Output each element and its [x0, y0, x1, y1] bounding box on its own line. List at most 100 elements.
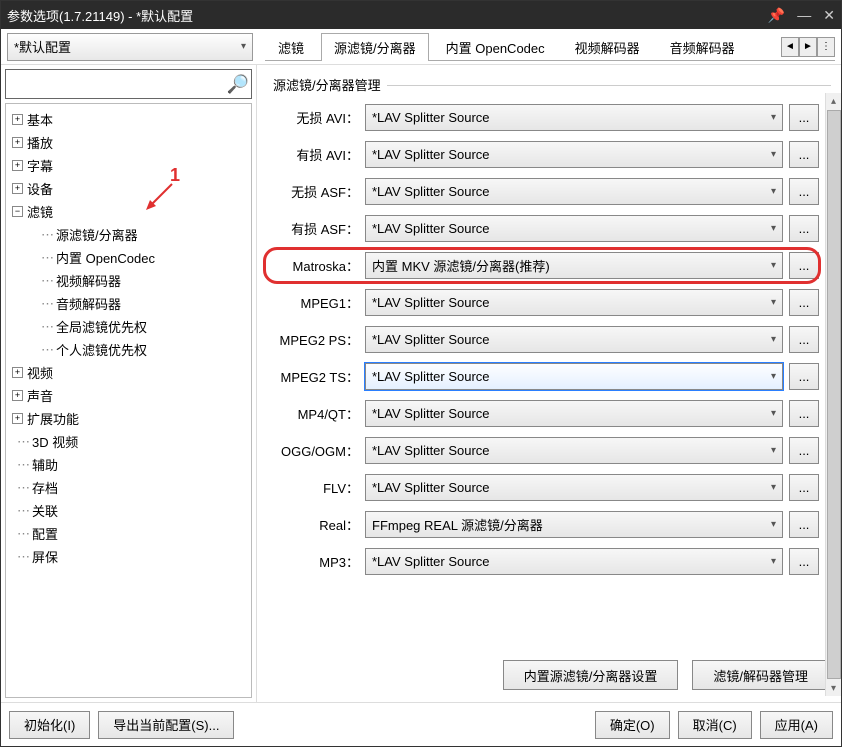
filter-select-7[interactable]: *LAV Splitter Source▾ — [365, 363, 783, 390]
init-button[interactable]: 初始化(I) — [9, 711, 90, 739]
tree-item-9[interactable]: ⋯全局滤镜优先权 — [32, 315, 249, 338]
filter-more-button-2[interactable]: ... — [789, 178, 819, 205]
tree-item-8[interactable]: ⋯音频解码器 — [32, 292, 249, 315]
filter-select-12[interactable]: *LAV Splitter Source▾ — [365, 548, 783, 575]
tree-item-19[interactable]: ⋯屏保 — [8, 545, 249, 568]
chevron-down-icon: ▾ — [771, 519, 776, 530]
filter-row-label: 无损 AVI： — [265, 108, 365, 127]
filter-more-button-1[interactable]: ... — [789, 141, 819, 168]
config-profile-select[interactable]: *默认配置 ▾ — [7, 33, 253, 61]
filter-more-button-12[interactable]: ... — [789, 548, 819, 575]
tab-scroll-menu[interactable]: ⋮ — [817, 37, 835, 57]
tree-item-7[interactable]: ⋯视频解码器 — [32, 269, 249, 292]
filter-more-button-10[interactable]: ... — [789, 474, 819, 501]
tree-item-6[interactable]: ⋯内置 OpenCodec — [32, 246, 249, 269]
tree-item-16[interactable]: ⋯存档 — [8, 476, 249, 499]
tree-item-12[interactable]: + 声音 — [8, 384, 249, 407]
filter-row-9: OGG/OGM：*LAV Splitter Source▾... — [265, 437, 819, 464]
filter-row-6: MPEG2 PS：*LAV Splitter Source▾... — [265, 326, 819, 353]
tree-item-label: 视频 — [27, 363, 53, 382]
pin-icon[interactable]: 📌 — [768, 7, 785, 24]
tree-item-15[interactable]: ⋯辅助 — [8, 453, 249, 476]
minimize-icon[interactable]: — — [797, 7, 811, 24]
search-box[interactable]: 🔍 — [5, 69, 252, 99]
filter-select-10[interactable]: *LAV Splitter Source▾ — [365, 474, 783, 501]
cancel-button[interactable]: 取消(C) — [678, 711, 752, 739]
apply-button[interactable]: 应用(A) — [760, 711, 833, 739]
ok-button[interactable]: 确定(O) — [595, 711, 670, 739]
filter-row-label: Matroska： — [265, 256, 365, 275]
filter-select-2[interactable]: *LAV Splitter Source▾ — [365, 178, 783, 205]
filter-more-button-8[interactable]: ... — [789, 400, 819, 427]
filter-select-value: *LAV Splitter Source — [372, 295, 490, 310]
scroll-up-icon[interactable]: ▴ — [827, 93, 841, 109]
titlebar: 参数选项(1.7.21149) - *默认配置 📌 — ✕ — [1, 1, 841, 29]
panel-sub-button-0[interactable]: 内置源滤镜/分离器设置 — [503, 660, 679, 690]
filter-select-1[interactable]: *LAV Splitter Source▾ — [365, 141, 783, 168]
filter-more-button-4[interactable]: ... — [789, 252, 819, 279]
expand-icon[interactable]: + — [12, 160, 23, 171]
scroll-thumb[interactable] — [827, 110, 841, 679]
filter-select-value: *LAV Splitter Source — [372, 554, 490, 569]
filter-more-button-0[interactable]: ... — [789, 104, 819, 131]
tree-item-10[interactable]: ⋯个人滤镜优先权 — [32, 338, 249, 361]
tree-item-13[interactable]: +扩展功能 — [8, 407, 249, 430]
export-config-button[interactable]: 导出当前配置(S)... — [98, 711, 234, 739]
filter-more-button-6[interactable]: ... — [789, 326, 819, 353]
filter-more-button-11[interactable]: ... — [789, 511, 819, 538]
filter-select-value: FFmpeg REAL 源滤镜/分离器 — [372, 515, 543, 534]
chevron-down-icon: ▾ — [241, 41, 246, 52]
tree-item-4[interactable]: −滤镜 — [8, 200, 249, 223]
tree-item-0[interactable]: +基本 — [8, 108, 249, 131]
tree-item-label: 声音 — [27, 386, 53, 405]
tab-1[interactable]: 源滤镜/分离器 — [321, 33, 429, 61]
tab-0[interactable]: 滤镜 — [265, 33, 317, 61]
titlebar-controls: 📌 — ✕ — [768, 7, 835, 24]
filter-select-6[interactable]: *LAV Splitter Source▾ — [365, 326, 783, 353]
tree-item-label: 3D 视频 — [32, 432, 78, 451]
tree-item-14[interactable]: ⋯3D 视频 — [8, 430, 249, 453]
filter-select-9[interactable]: *LAV Splitter Source▾ — [365, 437, 783, 464]
tree-item-11[interactable]: + 视频 — [8, 361, 249, 384]
filter-more-button-5[interactable]: ... — [789, 289, 819, 316]
tab-3[interactable]: 视频解码器 — [562, 33, 653, 61]
filter-row-12: MP3：*LAV Splitter Source▾... — [265, 548, 819, 575]
close-icon[interactable]: ✕ — [823, 7, 835, 24]
search-icon: 🔍 — [227, 74, 249, 95]
filter-more-button-7[interactable]: ... — [789, 363, 819, 390]
expand-icon[interactable]: + — [12, 183, 23, 194]
tree-item-1[interactable]: +播放 — [8, 131, 249, 154]
filter-row-label: MP4/QT： — [265, 404, 365, 423]
search-input[interactable] — [8, 70, 227, 98]
expand-icon[interactable]: + — [12, 367, 23, 378]
tree-item-5[interactable]: ⋯源滤镜/分离器 — [32, 223, 249, 246]
tree-item-2[interactable]: +字幕 — [8, 154, 249, 177]
panel-sub-button-1[interactable]: 滤镜/解码器管理 — [692, 660, 829, 690]
tree-item-18[interactable]: ⋯配置 — [8, 522, 249, 545]
filter-more-button-9[interactable]: ... — [789, 437, 819, 464]
expand-icon[interactable]: + — [12, 114, 23, 125]
filter-select-0[interactable]: *LAV Splitter Source▾ — [365, 104, 783, 131]
tab-4[interactable]: 音频解码器 — [657, 33, 748, 61]
collapse-icon[interactable]: − — [12, 206, 23, 217]
scroll-down-icon[interactable]: ▾ — [827, 680, 841, 696]
panel-title-text: 源滤镜/分离器管理 — [267, 78, 387, 93]
tab-scroll-left[interactable]: ◄ — [781, 37, 799, 57]
filter-select-5[interactable]: *LAV Splitter Source ▾ — [365, 289, 783, 316]
filter-select-4[interactable]: 内置 MKV 源滤镜/分离器(推荐)▾ — [365, 252, 783, 279]
tree-item-17[interactable]: ⋯关联 — [8, 499, 249, 522]
filter-select-3[interactable]: *LAV Splitter Source▾ — [365, 215, 783, 242]
chevron-down-icon: ▾ — [771, 112, 776, 123]
tab-scroll-right[interactable]: ► — [799, 37, 817, 57]
filter-select-11[interactable]: FFmpeg REAL 源滤镜/分离器 ▾ — [365, 511, 783, 538]
expand-icon[interactable]: + — [12, 390, 23, 401]
vertical-scrollbar[interactable]: ▴ ▾ — [825, 93, 841, 696]
expand-icon[interactable]: + — [12, 413, 23, 424]
filter-more-button-3[interactable]: ... — [789, 215, 819, 242]
tree-item-3[interactable]: +设备 — [8, 177, 249, 200]
expand-icon[interactable]: + — [12, 137, 23, 148]
chevron-down-icon: ▾ — [771, 297, 776, 308]
category-tree[interactable]: +基本+播放+字幕+设备−滤镜⋯源滤镜/分离器⋯内置 OpenCodec⋯视频解… — [5, 103, 252, 698]
filter-select-8[interactable]: *LAV Splitter Source▾ — [365, 400, 783, 427]
tab-2[interactable]: 内置 OpenCodec — [433, 33, 558, 61]
